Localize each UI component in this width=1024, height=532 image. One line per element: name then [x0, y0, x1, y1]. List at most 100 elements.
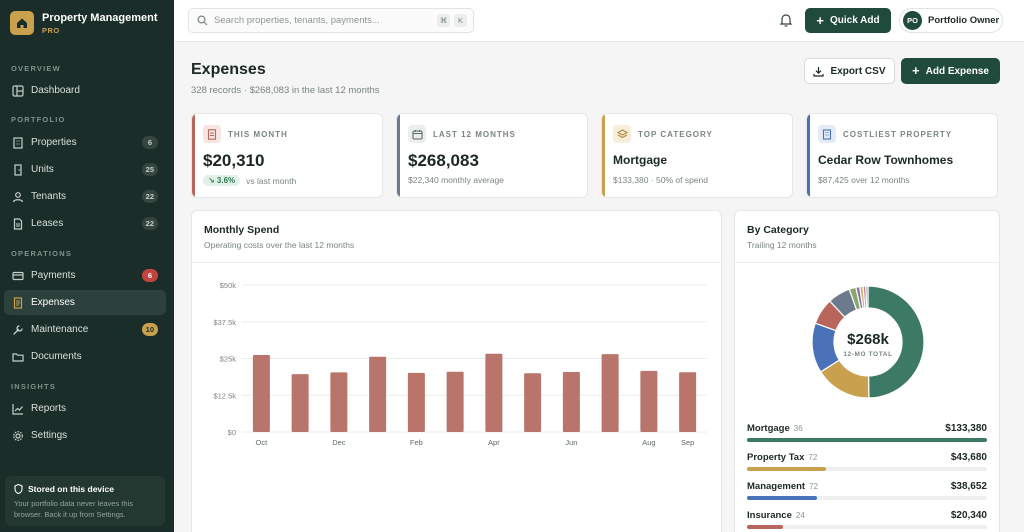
bar-mar[interactable]	[446, 371, 464, 432]
x-tick-label: Sep	[681, 438, 694, 447]
dashboard-icon	[11, 84, 24, 97]
category-amount: $20,340	[950, 510, 987, 521]
bar-nov[interactable]	[291, 374, 309, 432]
count-badge: 6	[142, 269, 158, 282]
bar-dec[interactable]	[330, 372, 348, 432]
panel-subtitle: Operating costs over the last 12 months	[204, 240, 355, 250]
door-icon	[11, 163, 24, 176]
brand[interactable]: Property Management PRO	[10, 11, 158, 35]
nav-section-operations: OPERATIONS	[11, 249, 73, 258]
sidebar-item-documents[interactable]: Documents	[4, 344, 166, 369]
y-tick-label: $0	[228, 428, 236, 437]
y-tick-label: $25k	[220, 355, 237, 364]
category-count: 72	[809, 482, 818, 491]
storage-notice-title: Stored on this device	[28, 484, 114, 494]
sidebar-item-label: Maintenance	[31, 324, 89, 335]
kpi-costliest-property: COSTLIEST PROPERTY Cedar Row Townhomes $…	[806, 113, 998, 198]
donut-center-label: 12-MO TOTAL	[843, 351, 892, 358]
nav-section-insights: INSIGHTS	[11, 382, 57, 391]
sidebar-item-payments[interactable]: Payments 6	[4, 263, 166, 288]
category-count: 24	[795, 511, 805, 520]
building-icon	[11, 136, 24, 149]
bar-jun[interactable]	[562, 372, 580, 432]
kpi-label: THIS MONTH	[228, 129, 288, 139]
kpi-value: $268,083	[408, 151, 479, 170]
bar-sep[interactable]	[679, 372, 697, 432]
search-icon	[197, 15, 208, 26]
panel-title: By Category	[747, 224, 809, 236]
sidebar-item-reports[interactable]: Reports	[4, 396, 166, 421]
building-icon	[818, 125, 836, 143]
monthly-spend-panel: Monthly Spend Operating costs over the l…	[191, 210, 722, 532]
nav-section-overview: OVERVIEW	[11, 64, 61, 73]
sidebar-item-label: Tenants	[31, 191, 67, 202]
kpi-top-category: TOP CATEGORY Mortgage $133,380 · 50% of …	[601, 113, 793, 198]
export-label: Export CSV	[830, 65, 886, 77]
kpi-this-month: THIS MONTH $20,310 ↘ 3.6% vs last month	[191, 113, 383, 198]
gear-icon	[11, 429, 24, 442]
user-menu[interactable]: PO Portfolio Owner	[899, 8, 1003, 33]
sidebar-item-leases[interactable]: Leases 22	[4, 211, 166, 236]
payment-icon	[11, 269, 24, 282]
search-box[interactable]: ⌘ K	[188, 8, 474, 33]
quick-add-button[interactable]: + Quick Add	[805, 8, 891, 33]
sidebar-item-label: Leases	[31, 218, 64, 229]
export-csv-button[interactable]: Export CSV	[804, 58, 895, 84]
category-bar-track	[747, 467, 987, 471]
bar-oct[interactable]	[252, 354, 270, 432]
kpi-footnote: $22,340 monthly average	[408, 175, 504, 185]
panel-title: Monthly Spend	[204, 224, 280, 236]
wrench-icon	[11, 323, 24, 336]
calendar-icon	[408, 125, 426, 143]
sidebar-item-maintenance[interactable]: Maintenance 10	[4, 317, 166, 342]
add-expense-button[interactable]: + Add Expense	[901, 58, 1000, 84]
kpi-footnote: $133,380 · 50% of spend	[613, 175, 708, 185]
kpi-value: $20,310	[203, 151, 265, 170]
avatar: PO	[903, 11, 922, 30]
sidebar-item-label: Units	[31, 164, 54, 175]
x-tick-label: Aug	[642, 438, 655, 447]
x-tick-label: Apr	[488, 438, 500, 447]
sidebar-item-settings[interactable]: Settings	[4, 423, 166, 448]
sidebar-item-units[interactable]: Units 25	[4, 157, 166, 182]
user-name: Portfolio Owner	[928, 15, 1000, 26]
kpi-footnote: $87,425 over 12 months	[818, 175, 910, 185]
kpi-last-12-months: LAST 12 MONTHS $268,083 $22,340 monthly …	[396, 113, 588, 198]
storage-notice-text: Your portfolio data never leaves this br…	[14, 499, 133, 519]
plus-icon: +	[912, 63, 920, 78]
donut-slice-other4[interactable]	[865, 285, 869, 309]
add-expense-label: Add Expense	[925, 65, 989, 77]
search-input[interactable]	[214, 15, 434, 26]
donut-center-value: $268k	[847, 331, 889, 348]
bar-apr[interactable]	[485, 353, 503, 432]
category-amount: $43,680	[950, 452, 987, 463]
page-subtitle: 328 records · $268,083 in the last 12 mo…	[191, 85, 380, 96]
house-icon	[10, 11, 34, 35]
sidebar-item-expenses[interactable]: Expenses	[4, 290, 166, 315]
bar-jan[interactable]	[369, 356, 387, 432]
category-name: Insurance 24	[747, 510, 805, 521]
sidebar-item-tenants[interactable]: Tenants 22	[4, 184, 166, 209]
quick-add-label: Quick Add	[829, 15, 880, 26]
topbar: ⌘ K + Quick Add PO Portfolio Owner	[174, 0, 1024, 42]
storage-notice: Stored on this device Your portfolio dat…	[5, 476, 165, 526]
shield-icon	[14, 484, 23, 494]
users-icon	[11, 190, 24, 203]
y-tick-label: $50k	[220, 281, 237, 290]
brand-title: Property Management	[42, 11, 158, 24]
category-bar-track	[747, 525, 987, 529]
bar-may[interactable]	[524, 373, 542, 432]
bar-jul[interactable]	[601, 354, 619, 432]
category-bar-fill	[747, 525, 783, 529]
chart-icon	[11, 402, 24, 415]
plus-icon: +	[816, 12, 824, 28]
monthly-spend-chart: $50k $37.5k $25k $12.5k $0 Oct Dec Feb Apr Jun Aug…	[213, 281, 707, 447]
bar-feb[interactable]	[407, 372, 425, 432]
bell-icon[interactable]	[778, 12, 794, 28]
sidebar-item-properties[interactable]: Properties 6	[4, 130, 166, 155]
sidebar-item-label: Expenses	[31, 297, 75, 308]
sidebar-item-dashboard[interactable]: Dashboard	[4, 78, 166, 103]
category-bar-track	[747, 496, 987, 500]
category-bar-fill	[747, 496, 817, 500]
bar-aug[interactable]	[640, 370, 658, 432]
